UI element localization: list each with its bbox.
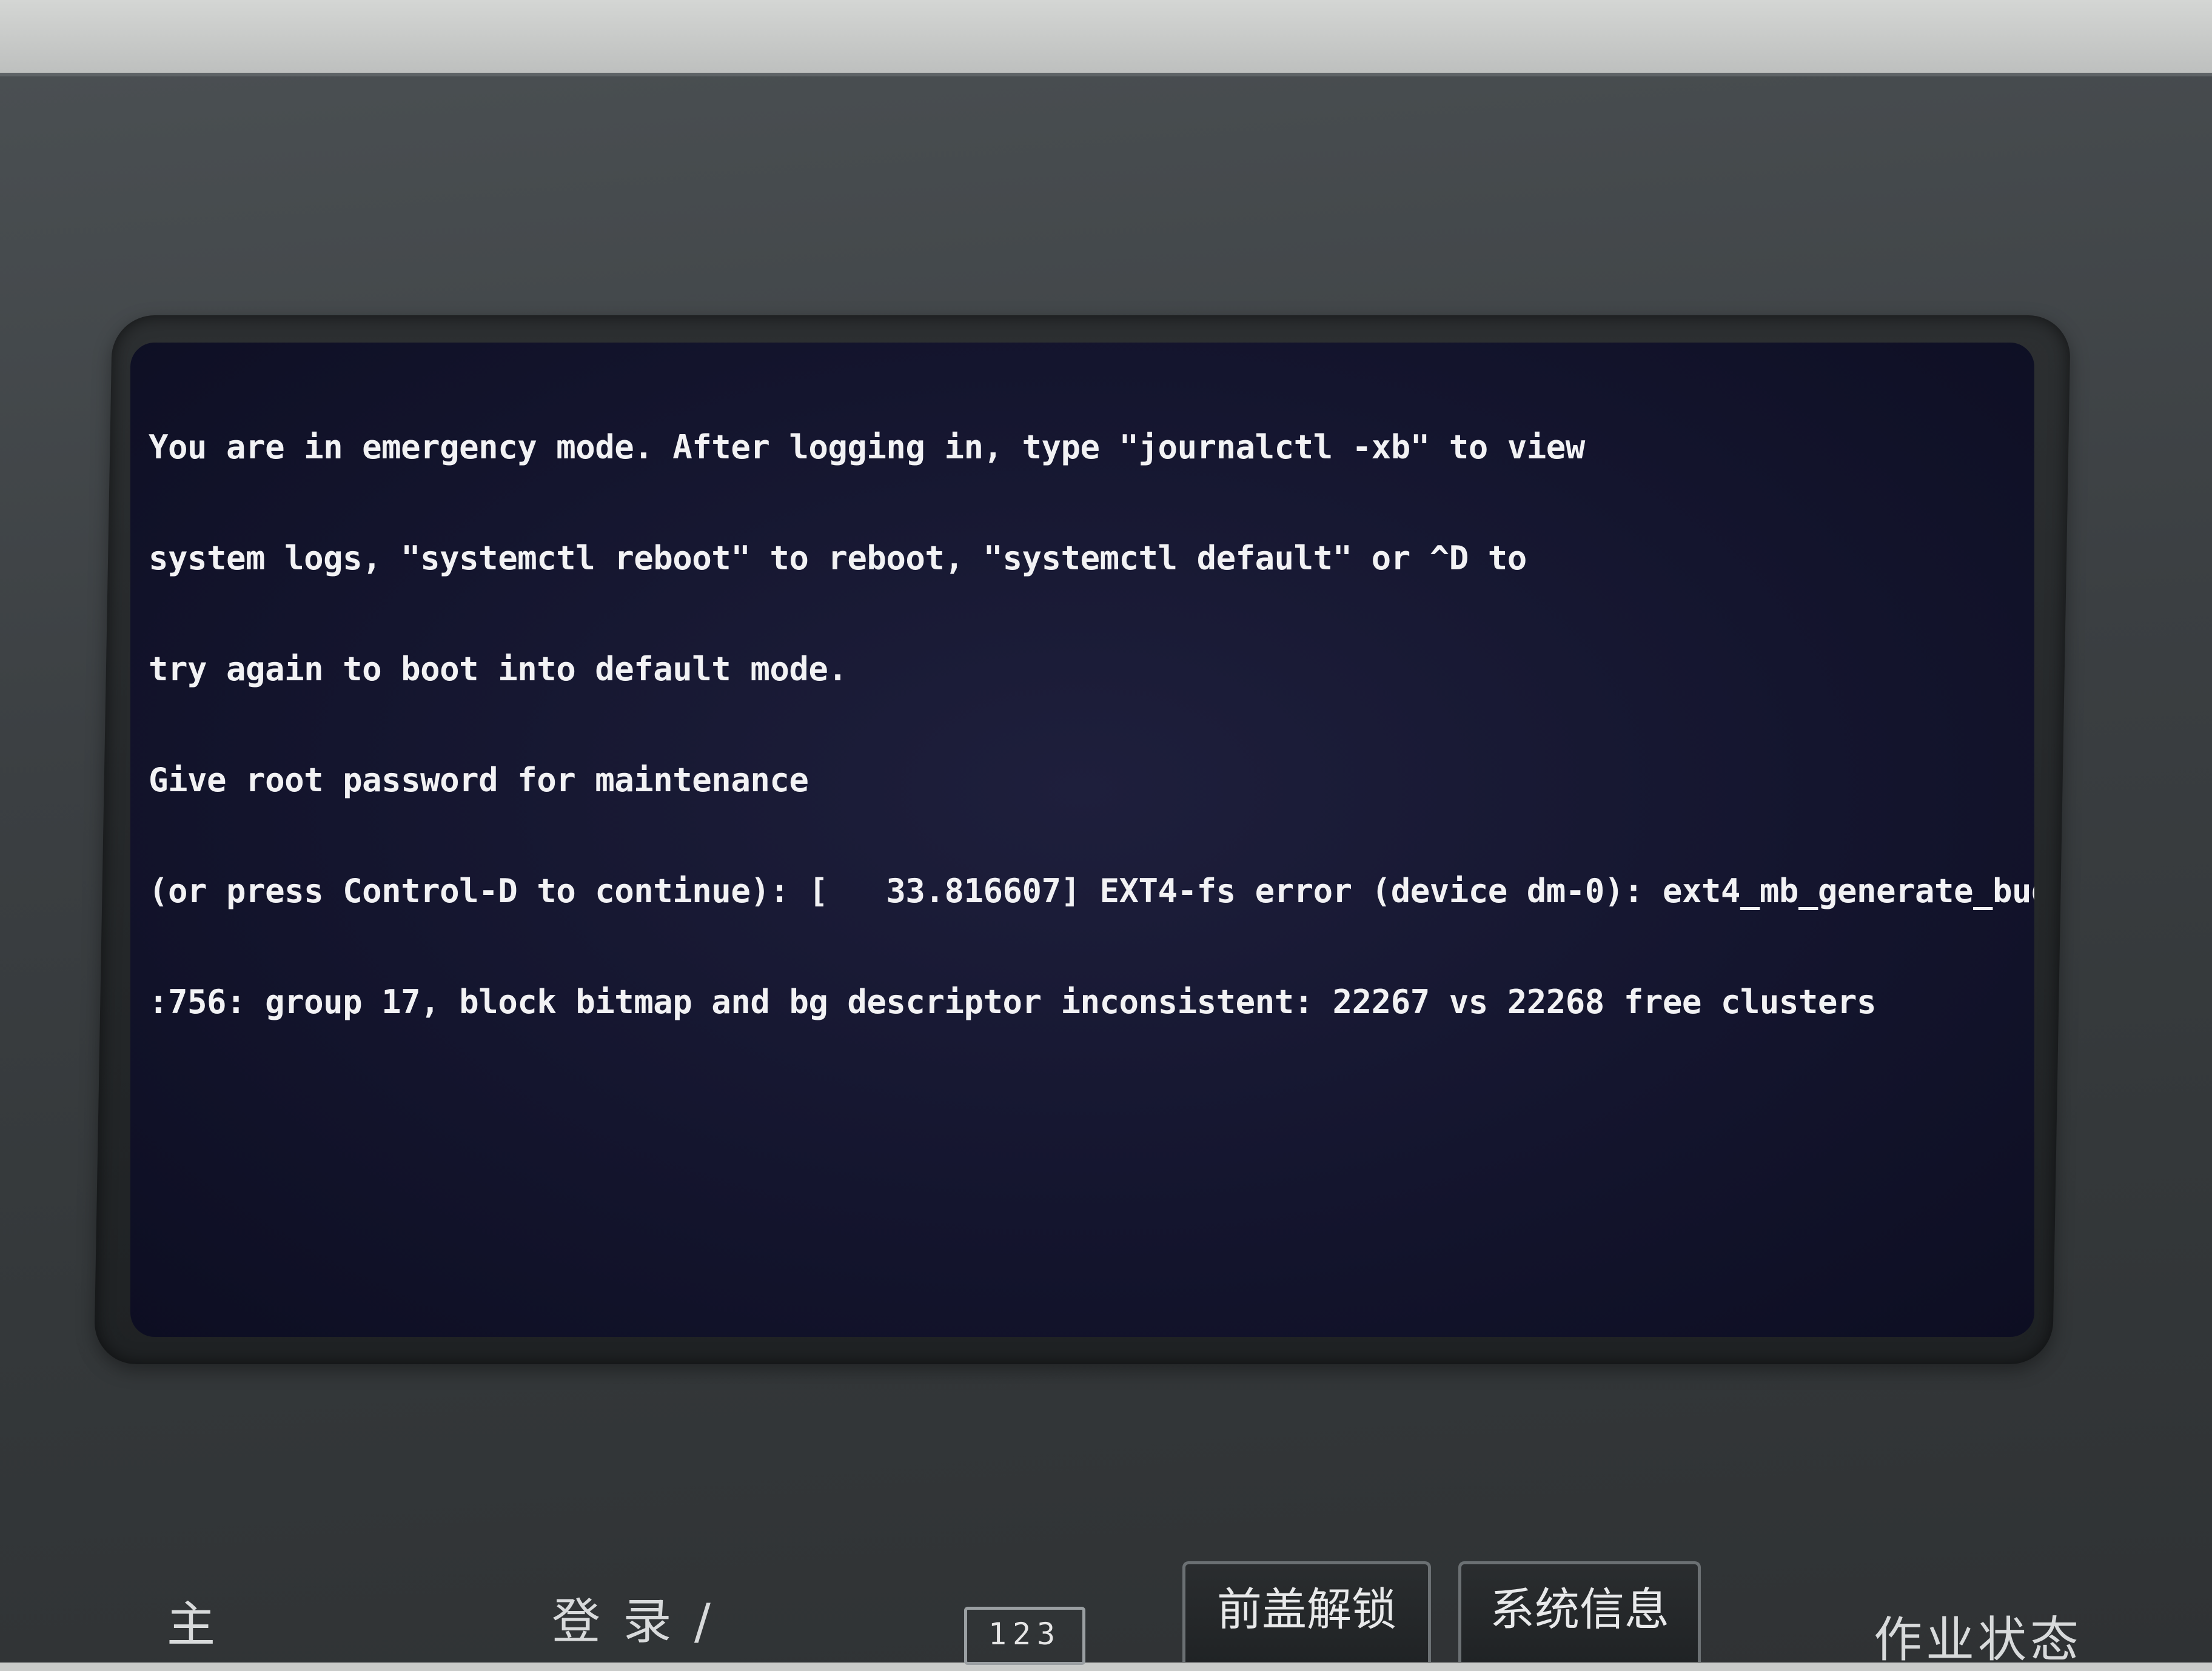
console-line: (or press Control-D to continue): [ 33.8… <box>149 872 2034 910</box>
display-screen[interactable]: You are in emergency mode. After logging… <box>130 343 2034 1337</box>
home-button[interactable]: 主 <box>167 1586 219 1656</box>
system-info-button[interactable]: 系统信息 <box>1458 1561 1701 1662</box>
console-line: system logs, "systemctl reboot" to reboo… <box>149 539 1527 577</box>
numeric-keypad-button[interactable]: 123 <box>964 1607 1085 1665</box>
password-prompt[interactable]: Give root password for maintenance <box>149 762 2022 799</box>
console-line: You are in emergency mode. After logging… <box>149 428 1585 466</box>
job-status-button[interactable]: 作业状态 <box>1874 1601 2082 1671</box>
front-cover-unlock-button[interactable]: 前盖解锁 <box>1182 1561 1431 1662</box>
emergency-mode-console: You are in emergency mode. After logging… <box>149 355 2034 1094</box>
login-button[interactable]: 登 录 / <box>552 1582 714 1653</box>
console-line: try again to boot into default mode. <box>149 650 848 688</box>
console-line: :756: group 17, block bitmap and bg desc… <box>149 983 1876 1021</box>
